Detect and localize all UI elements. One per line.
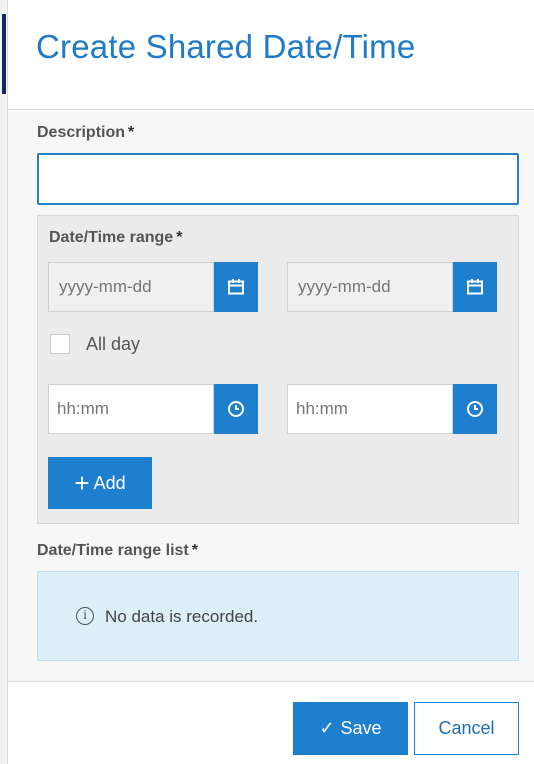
end-date-picker-button[interactable] (453, 262, 497, 312)
required-mark: * (176, 229, 183, 246)
add-range-button[interactable]: + Add (48, 457, 152, 509)
start-time-picker-button[interactable] (214, 384, 258, 434)
dialog-footer: ✓ Save Cancel (8, 681, 534, 764)
clock-icon (467, 401, 483, 417)
dialog-body: Description* Date/Time range* Al (8, 111, 534, 681)
all-day-checkbox[interactable] (50, 334, 70, 354)
empty-range-list-message: i No data is recorded. (37, 571, 519, 661)
calendar-icon (228, 279, 244, 295)
description-input[interactable] (37, 153, 519, 205)
required-mark: * (191, 542, 198, 559)
date-time-range-label-text: Date/Time range (49, 229, 174, 246)
save-button[interactable]: ✓ Save (293, 702, 408, 755)
required-mark: * (128, 124, 135, 141)
end-date-input[interactable] (287, 262, 453, 312)
left-accent-bar (2, 14, 6, 94)
start-date-input[interactable] (48, 262, 214, 312)
date-time-range-list-label: Date/Time range list * (37, 542, 198, 560)
date-time-range-panel: Date/Time range* All day (37, 215, 519, 524)
dialog-header: Create Shared Date/Time (8, 0, 534, 110)
date-time-range-label: Date/Time range * (49, 229, 182, 247)
end-time-picker-button[interactable] (453, 384, 497, 434)
left-edge (0, 0, 8, 764)
checkmark-icon: ✓ (319, 718, 335, 738)
clock-icon (228, 401, 244, 417)
date-time-range-list-label-text: Date/Time range list (37, 542, 189, 559)
end-time-input[interactable] (287, 384, 453, 434)
dialog-title: Create Shared Date/Time (36, 28, 416, 65)
save-button-label: Save (340, 718, 382, 738)
info-icon: i (76, 607, 94, 625)
add-button-label: Add (93, 472, 126, 493)
plus-icon: + (74, 468, 90, 498)
all-day-label: All day (86, 334, 141, 354)
description-label-text: Description (37, 124, 126, 141)
start-date-picker-button[interactable] (214, 262, 258, 312)
calendar-icon (467, 279, 483, 295)
empty-message-text: No data is recorded. (105, 607, 259, 626)
description-label: Description * (37, 124, 134, 142)
start-time-input[interactable] (48, 384, 214, 434)
cancel-button[interactable]: Cancel (414, 702, 519, 755)
